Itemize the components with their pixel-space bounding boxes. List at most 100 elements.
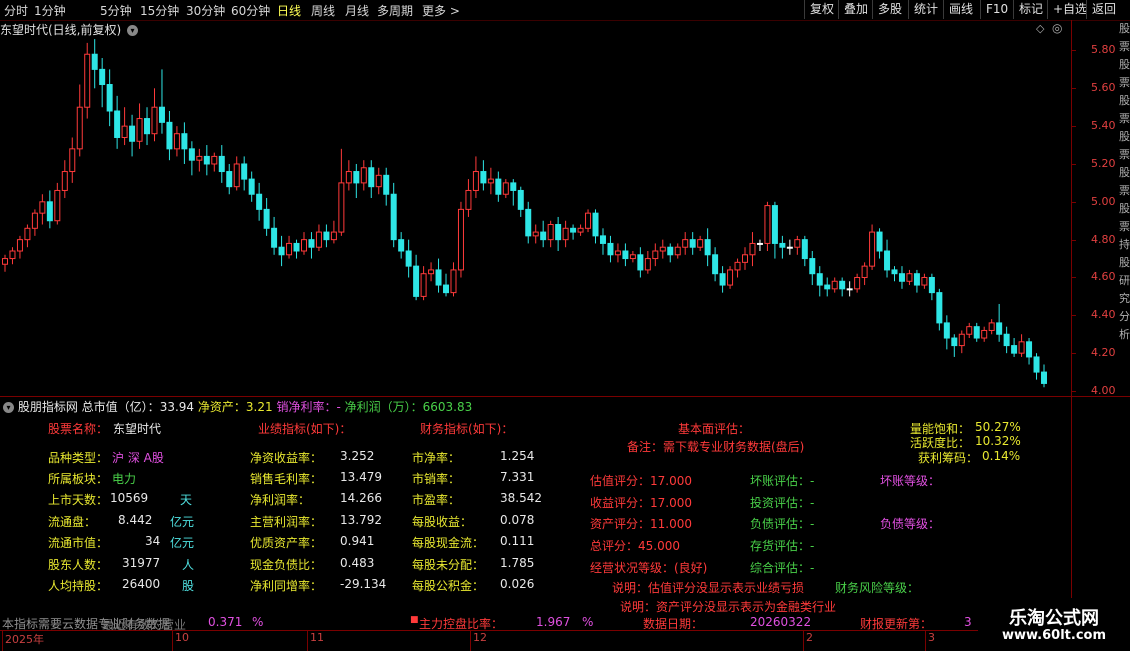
- candle-body[interactable]: [674, 246, 681, 256]
- candle-body[interactable]: [1018, 341, 1025, 354]
- candle-body[interactable]: [764, 205, 771, 244]
- candle-body[interactable]: [734, 261, 741, 271]
- candle-body[interactable]: [91, 53, 98, 70]
- candle-body[interactable]: [61, 171, 68, 191]
- candle-body[interactable]: [585, 212, 592, 229]
- candle-body[interactable]: [398, 239, 405, 252]
- candle-body[interactable]: [166, 121, 173, 150]
- candle-body[interactable]: [375, 174, 382, 188]
- candle-body[interactable]: [943, 322, 950, 339]
- tab-multi-period[interactable]: 多周期: [377, 2, 413, 19]
- candle-body[interactable]: [502, 182, 509, 195]
- diamond-icon[interactable]: ◇: [1036, 22, 1044, 35]
- candle-body[interactable]: [248, 178, 255, 195]
- candle-body[interactable]: [689, 239, 696, 248]
- candle-body[interactable]: [338, 182, 345, 233]
- candle-body[interactable]: [2, 258, 8, 265]
- candle-body[interactable]: [637, 254, 644, 271]
- candle-body[interactable]: [278, 246, 285, 256]
- candle-body[interactable]: [667, 246, 674, 256]
- candle-body[interactable]: [129, 125, 136, 142]
- candle-body[interactable]: [24, 227, 31, 241]
- tab-5min[interactable]: 5分钟: [100, 2, 132, 19]
- candle-body[interactable]: [921, 276, 928, 286]
- candle-body[interactable]: [794, 239, 801, 248]
- candle-body[interactable]: [218, 155, 225, 173]
- tab-monthly[interactable]: 月线: [345, 2, 369, 19]
- tab-30min[interactable]: 30分钟: [186, 2, 225, 19]
- candle-body[interactable]: [173, 133, 180, 150]
- candle-body[interactable]: [31, 212, 38, 229]
- candle-body[interactable]: [330, 231, 337, 241]
- candle-body[interactable]: [315, 231, 322, 248]
- stats-button[interactable]: 统计: [908, 0, 943, 19]
- candle-body[interactable]: [555, 224, 562, 241]
- candle-body[interactable]: [884, 250, 891, 271]
- candle-body[interactable]: [181, 133, 188, 150]
- candle-body[interactable]: [1033, 356, 1040, 373]
- candle-body[interactable]: [951, 337, 958, 347]
- candle-body[interactable]: [712, 254, 719, 275]
- tab-daily[interactable]: 日线: [277, 2, 301, 19]
- candle-body[interactable]: [1041, 371, 1047, 384]
- candle-body[interactable]: [323, 231, 330, 241]
- candle-body[interactable]: [241, 163, 248, 180]
- candle-body[interactable]: [719, 273, 726, 286]
- candle-body[interactable]: [966, 326, 973, 335]
- candle-body[interactable]: [898, 273, 905, 282]
- candle-body[interactable]: [457, 208, 464, 271]
- candle-body[interactable]: [876, 231, 883, 252]
- candle-body[interactable]: [487, 178, 494, 184]
- candle-body[interactable]: [854, 276, 861, 290]
- candle-body[interactable]: [547, 224, 554, 241]
- f10-button[interactable]: F10: [980, 0, 1013, 19]
- candle-body[interactable]: [76, 106, 83, 150]
- candle-body[interactable]: [742, 254, 749, 263]
- tab-1min[interactable]: 1分钟: [34, 2, 66, 19]
- candle-body[interactable]: [622, 250, 629, 260]
- candle-body[interactable]: [831, 280, 838, 290]
- candle-body[interactable]: [517, 189, 524, 210]
- candle-body[interactable]: [54, 189, 61, 222]
- candle-body[interactable]: [981, 329, 988, 339]
- candle-body[interactable]: [532, 231, 539, 237]
- candle-body[interactable]: [9, 250, 16, 260]
- overlay-button[interactable]: 叠加: [838, 0, 873, 19]
- mark-button[interactable]: 标记: [1013, 0, 1048, 19]
- candle-body[interactable]: [144, 118, 151, 135]
- candle-body[interactable]: [996, 322, 1003, 335]
- candle-body[interactable]: [106, 84, 113, 112]
- candle-body[interactable]: [383, 174, 390, 195]
- candle-body[interactable]: [480, 171, 487, 184]
- candle-body[interactable]: [577, 227, 584, 233]
- candle-body[interactable]: [158, 106, 165, 123]
- candle-body[interactable]: [353, 171, 360, 184]
- chevron-down-icon[interactable]: ▾: [127, 25, 139, 36]
- candle-body[interactable]: [450, 269, 457, 294]
- candle-body[interactable]: [809, 258, 816, 275]
- candle-body[interactable]: [599, 235, 606, 244]
- candle-body[interactable]: [801, 239, 808, 260]
- candle-body[interactable]: [562, 227, 569, 241]
- candle-body[interactable]: [420, 273, 427, 297]
- candle-body[interactable]: [368, 167, 375, 188]
- candle-body[interactable]: [293, 242, 300, 252]
- candle-body[interactable]: [226, 171, 233, 188]
- candle-body[interactable]: [652, 250, 659, 260]
- candle-body[interactable]: [614, 250, 621, 256]
- candle-body[interactable]: [525, 208, 532, 237]
- candle-body[interactable]: [203, 155, 210, 165]
- collapse-circle-icon[interactable]: ▾: [3, 402, 14, 413]
- candle-body[interactable]: [435, 269, 442, 286]
- candle-body[interactable]: [936, 292, 943, 324]
- candle-body[interactable]: [682, 239, 689, 248]
- candle-body[interactable]: [256, 193, 263, 210]
- candle-body[interactable]: [771, 205, 778, 244]
- candle-body[interactable]: [428, 269, 435, 275]
- candle-body[interactable]: [151, 106, 158, 135]
- candle-body[interactable]: [390, 193, 397, 241]
- candle-body[interactable]: [472, 171, 479, 191]
- candle-body[interactable]: [99, 68, 106, 86]
- candle-body[interactable]: [592, 212, 599, 237]
- candle-body[interactable]: [846, 288, 853, 291]
